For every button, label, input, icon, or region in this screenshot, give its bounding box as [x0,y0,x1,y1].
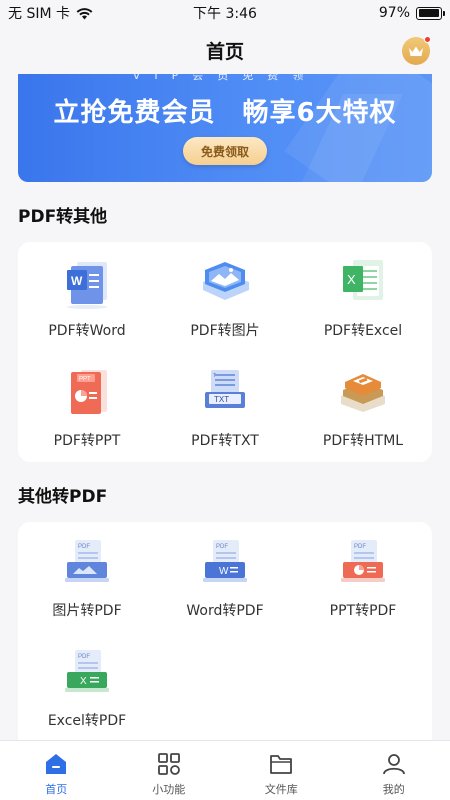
tab-label: 文件库 [264,783,298,796]
banner-title: 立抢免费会员 畅享6大特权 [53,98,397,128]
free-claim-button[interactable]: 免费领取 [183,137,267,165]
tile-ppt-to-pdf[interactable]: PDF PPT转PDF [294,522,432,632]
tile-pdf-to-ppt[interactable]: PPT PDF转PPT [18,352,156,462]
image-to-pdf-icon: PDF [65,540,109,582]
wifi-icon [76,7,93,19]
tile-pdf-to-excel[interactable]: X PDF转Excel [294,242,432,352]
battery-percent: 97% [378,5,410,21]
svg-text:W: W [219,566,229,577]
svg-text:PPT: PPT [79,377,91,383]
svg-text:PDF: PDF [78,654,90,660]
carrier-label: 无 SIM 卡 [8,6,70,22]
tab-mine[interactable]: 我的 [338,741,450,800]
tile-label: PDF转图片 [190,323,260,339]
tile-excel-to-pdf[interactable]: PDF X Excel转PDF [18,632,156,742]
tile-label: PDF转HTML [322,433,404,449]
svg-text:PDF: PDF [354,544,366,550]
tile-label: PDF转Excel [323,323,403,339]
status-bar: 无 SIM 卡 下午 3:46 97% [0,0,450,26]
svg-text:TXT: TXT [214,395,229,404]
notification-dot [424,36,431,43]
tile-pdf-to-html[interactable]: PDF转HTML [294,352,432,462]
svg-text:W: W [71,274,83,288]
battery-icon [416,6,445,20]
svg-text:X: X [80,676,87,687]
section-title-other-to-pdf: 其他转PDF [18,487,108,507]
grid-icon [157,753,180,775]
word-to-pdf-icon: PDF W [203,540,247,582]
home-icon [46,754,67,774]
pdf-to-word-icon: W [67,262,107,309]
vip-crown-button[interactable] [402,36,431,65]
tab-label: 小功能 [152,783,186,796]
tile-label: PDF转PPT [53,433,121,449]
pdf-to-txt-icon: T TXT [205,370,245,408]
folder-icon [270,755,293,774]
tab-file-library[interactable]: 文件库 [225,741,338,800]
tile-label: PPT转PDF [329,603,397,619]
other-to-pdf-card: PDF 图片转PDF PDF W Word转PDF PDF PPT转PDF PD… [18,522,432,752]
tile-label: Excel转PDF [47,713,127,729]
tab-small-tools[interactable]: 小功能 [113,741,226,800]
tab-home[interactable]: 首页 [0,741,113,800]
vip-banner[interactable]: VIP会员免费领 立抢免费会员 畅享6大特权 免费领取 [18,74,432,182]
banner-subtitle: VIP会员免费领 [132,74,318,82]
ppt-to-pdf-icon: PDF [341,540,385,582]
tile-label: PDF转Word [48,323,126,339]
svg-text:X: X [347,272,356,287]
profile-icon [382,754,405,775]
tile-pdf-to-txt[interactable]: T TXT PDF转TXT [156,352,294,462]
crown-icon [409,46,423,56]
tab-label: 我的 [382,783,405,796]
tile-word-to-pdf[interactable]: PDF W Word转PDF [156,522,294,632]
svg-text:PDF: PDF [78,544,90,550]
tile-image-to-pdf[interactable]: PDF 图片转PDF [18,522,156,632]
nav-header: 首页 [0,26,450,74]
pdf-to-image-icon [203,262,249,300]
tile-label: PDF转TXT [191,433,259,449]
pdf-to-html-icon [341,374,385,412]
excel-to-pdf-icon: PDF X [65,650,109,692]
pdf-to-other-card: W PDF转Word PDF转图片 X PDF转Excel PPT PDF转PP… [18,242,432,462]
svg-text:PDF: PDF [216,544,228,550]
page-title: 首页 [205,40,244,63]
tile-pdf-to-word[interactable]: W PDF转Word [18,242,156,352]
tile-label: 图片转PDF [52,603,122,619]
svg-text:T: T [213,373,216,379]
tile-label: Word转PDF [186,603,264,619]
section-title-pdf-to-other: PDF转其他 [18,207,108,227]
pdf-to-excel-icon: X [343,260,383,300]
bottom-tab-bar: 首页 小功能 文件库 我的 [0,740,450,800]
tile-pdf-to-image[interactable]: PDF转图片 [156,242,294,352]
pdf-to-ppt-icon: PPT [71,370,107,414]
tab-label: 首页 [45,783,68,796]
